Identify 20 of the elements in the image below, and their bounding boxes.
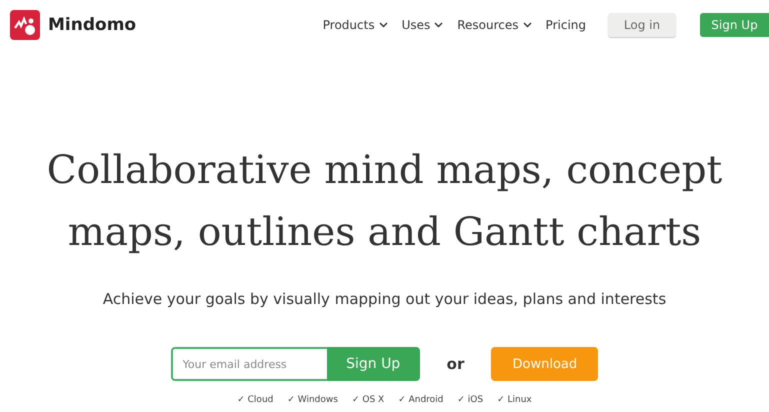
subtitle: Achieve your goals by visually mapping out your ideas, plans and interests	[102, 290, 666, 308]
nav-link[interactable]: Pricing	[546, 18, 586, 32]
platform-label: ✓ Cloud	[237, 395, 274, 405]
platform-label: ✓ iOS	[457, 395, 484, 405]
chevron-icon	[434, 22, 444, 28]
login-button[interactable]: Log in	[608, 13, 676, 37]
logo-icon	[10, 10, 40, 40]
headline: Collaborative mind maps, concept maps, outlines and Gantt charts	[46, 147, 724, 257]
platform-label: ✓ OS X	[352, 395, 384, 405]
nav-link[interactable]: Uses	[402, 18, 444, 32]
nav-link[interactable]: Resources	[457, 18, 532, 32]
platform-label: ✓ Windows	[287, 395, 338, 405]
chevron-icon	[522, 22, 532, 28]
or-label: or	[446, 355, 464, 373]
chevron-icon	[378, 22, 388, 28]
platform-label: ✓ Linux	[497, 395, 532, 405]
nav-link[interactable]: Products	[322, 18, 388, 32]
brand-name: Mindomo	[48, 15, 136, 35]
platform-label: ✓ Android	[398, 395, 444, 405]
email-field[interactable]: Your email address	[170, 347, 327, 381]
